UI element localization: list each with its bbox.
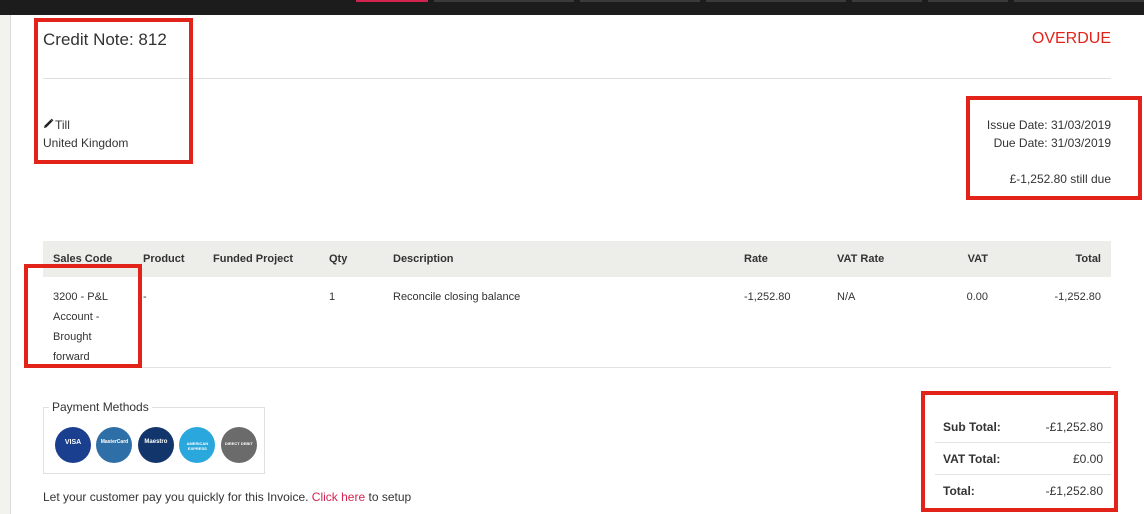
cell-product: - xyxy=(143,291,147,303)
grand-total-row: Total: -£1,252.80 xyxy=(935,475,1111,507)
totals-table: Sub Total: -£1,252.80 VAT Total: £0.00 T… xyxy=(935,411,1111,506)
sub-total-label: Sub Total: xyxy=(935,411,1024,443)
cell-vat: 0.00 xyxy=(966,291,988,303)
col-qty: Qty xyxy=(319,241,383,277)
vat-total-row: VAT Total: £0.00 xyxy=(935,442,1111,475)
nav-tab[interactable] xyxy=(434,0,574,2)
col-rate: Rate xyxy=(734,241,827,277)
top-nav-bar xyxy=(0,0,1144,15)
left-rail xyxy=(0,15,11,514)
cell-funded-project xyxy=(203,277,319,367)
total-value: -£1,252.80 xyxy=(1045,483,1103,498)
amount-still-due: £-1,252.80 still due xyxy=(1009,172,1111,186)
status-label: OVERDUE xyxy=(1031,30,1111,47)
setup-link[interactable]: Click here xyxy=(312,490,365,504)
col-vat: VAT xyxy=(937,241,998,277)
cell-rate: -1,252.80 xyxy=(744,291,791,303)
cell-vat-rate: N/A xyxy=(837,291,856,303)
nav-tab[interactable] xyxy=(580,0,700,2)
col-funded-project: Funded Project xyxy=(203,241,319,277)
maestro-icon: Maestro xyxy=(137,427,174,463)
payment-methods-box: Payment Methods VISA MasterCard Maestro … xyxy=(43,400,265,474)
nav-tab[interactable] xyxy=(852,0,922,2)
page-title: Credit Note: 812 xyxy=(43,30,167,49)
setup-suffix: to setup xyxy=(368,490,412,504)
vat-total-value: £0.00 xyxy=(1023,442,1111,475)
customer-name: Till xyxy=(55,118,70,132)
col-sales-code: Sales Code xyxy=(43,241,133,277)
card-icons: VISA MasterCard Maestro AMERICAN EXPRESS… xyxy=(55,427,258,463)
payment-setup-text: Let your customer pay you quickly for th… xyxy=(43,490,411,504)
customer-address: Till United Kingdom xyxy=(43,116,128,152)
sub-total-value: -£1,252.80 xyxy=(1023,411,1111,443)
header-divider xyxy=(43,78,1111,79)
col-vat-rate: VAT Rate xyxy=(827,241,937,277)
cell-sales-code: 3200 - P&L Account - Brought forward xyxy=(53,291,108,363)
payment-methods-legend: Payment Methods xyxy=(49,400,152,414)
customer-name-row[interactable]: Till xyxy=(43,116,128,134)
visa-icon: VISA xyxy=(55,427,91,463)
nav-tab-active[interactable] xyxy=(356,0,428,2)
sub-total-row: Sub Total: -£1,252.80 xyxy=(935,411,1111,443)
mastercard-icon: MasterCard xyxy=(96,427,133,463)
line-items-table: Sales Code Product Funded Project Qty De… xyxy=(43,241,1111,367)
customer-country: United Kingdom xyxy=(43,136,129,150)
cell-qty: 1 xyxy=(329,291,336,303)
nav-tab[interactable] xyxy=(1014,0,1144,2)
invoice-dates: Issue Date: 31/03/2019 Due Date: 31/03/2… xyxy=(987,116,1111,188)
pencil-icon[interactable] xyxy=(43,116,55,134)
due-date: Due Date: 31/03/2019 xyxy=(993,136,1111,150)
cell-description: Reconcile closing balance xyxy=(393,291,521,303)
direct-debit-icon: DIRECT DEBIT xyxy=(220,427,257,463)
amex-icon: AMERICAN EXPRESS xyxy=(179,427,216,463)
table-bottom-divider xyxy=(43,367,1111,368)
col-description: Description xyxy=(383,241,734,277)
nav-tab[interactable] xyxy=(928,0,1008,2)
vat-total-label: VAT Total: xyxy=(935,442,1024,475)
cell-total: -1,252.80 xyxy=(1054,291,1101,303)
table-row[interactable]: 3200 - P&L Account - Brought forward - 1… xyxy=(43,277,1111,367)
nav-tab[interactable] xyxy=(706,0,846,2)
col-product: Product xyxy=(133,241,203,277)
total-label: Total: xyxy=(943,483,975,498)
issue-date: Issue Date: 31/03/2019 xyxy=(986,118,1111,132)
table-header-row: Sales Code Product Funded Project Qty De… xyxy=(43,241,1111,277)
setup-prefix: Let your customer pay you quickly for th… xyxy=(43,490,309,504)
col-total: Total xyxy=(998,241,1111,277)
